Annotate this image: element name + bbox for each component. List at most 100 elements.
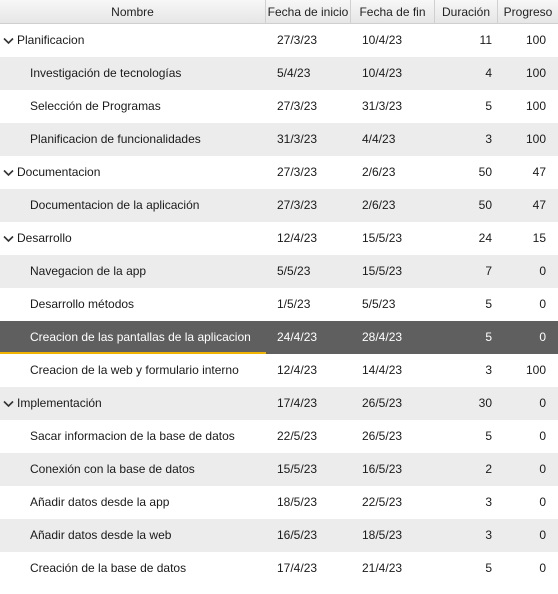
task-start-date[interactable]: 17/4/23 [266,552,351,585]
task-duration[interactable]: 5 [435,321,498,354]
task-row[interactable]: Añadir datos desde la web 16/5/23 18/5/23 3… [0,519,558,552]
task-progress[interactable]: 100 [498,24,558,57]
chevron-down-icon[interactable] [0,387,17,420]
task-name-cell[interactable]: Documentacion [0,156,266,189]
task-start-date[interactable]: 22/5/23 [266,420,351,453]
task-name-cell[interactable]: Sacar informacion de la base de datos [0,420,266,453]
task-row[interactable]: Planificacion de funcionalidades 31/3/23 4… [0,123,558,156]
task-row[interactable]: Investigación de tecnologías 5/4/23 10/4/2… [0,57,558,90]
chevron-down-icon[interactable] [0,24,17,57]
task-row[interactable]: Conexión con la base de datos 15/5/23 16/5… [0,453,558,486]
task-end-date[interactable]: 31/3/23 [351,90,435,123]
task-end-date[interactable]: 16/5/23 [351,453,435,486]
task-duration[interactable]: 3 [435,519,498,552]
task-progress[interactable]: 0 [498,288,558,321]
task-name-cell[interactable]: Creacion de la web y formulario interno [0,354,266,387]
task-group-row[interactable]: Planificacion 27/3/23 10/4/23 11 100 [0,24,558,57]
task-row[interactable]: Sacar informacion de la base de datos 22/… [0,420,558,453]
task-progress[interactable]: 0 [498,519,558,552]
task-duration[interactable]: 3 [435,123,498,156]
task-name-cell[interactable]: Añadir datos desde la app [0,486,266,519]
task-duration[interactable]: 2 [435,453,498,486]
task-start-date[interactable]: 27/3/23 [266,24,351,57]
task-name-cell[interactable]: Planificacion de funcionalidades [0,123,266,156]
task-name-cell[interactable]: Añadir datos desde la web [0,519,266,552]
task-start-date[interactable]: 12/4/23 [266,354,351,387]
task-duration[interactable]: 5 [435,288,498,321]
task-duration[interactable]: 5 [435,90,498,123]
task-name-cell[interactable]: Creacion de las pantallas de la aplicaci… [0,321,266,354]
task-name-cell[interactable]: Selección de Programas [0,90,266,123]
task-end-date[interactable]: 18/5/23 [351,519,435,552]
task-start-date[interactable]: 5/4/23 [266,57,351,90]
column-header-start-date[interactable]: Fecha de inicio [266,0,351,24]
chevron-down-icon[interactable] [0,156,17,189]
task-end-date[interactable]: 10/4/23 [351,24,435,57]
task-duration[interactable]: 7 [435,255,498,288]
task-group-row[interactable]: Documentacion 27/3/23 2/6/23 50 47 [0,156,558,189]
task-progress[interactable]: 100 [498,90,558,123]
task-row[interactable]: Selección de Programas 27/3/23 31/3/23 5 100 [0,90,558,123]
task-start-date[interactable]: 24/4/23 [266,321,351,354]
task-start-date[interactable]: 16/5/23 [266,519,351,552]
task-progress[interactable]: 0 [498,486,558,519]
task-duration[interactable]: 4 [435,57,498,90]
task-end-date[interactable]: 21/4/23 [351,552,435,585]
task-start-date[interactable]: 27/3/23 [266,156,351,189]
task-progress[interactable]: 100 [498,57,558,90]
chevron-down-icon[interactable] [0,222,17,255]
task-row[interactable]: Añadir datos desde la app 18/5/23 22/5/23 3… [0,486,558,519]
task-end-date[interactable]: 15/5/23 [351,222,435,255]
task-start-date[interactable]: 12/4/23 [266,222,351,255]
task-duration[interactable]: 3 [435,486,498,519]
task-progress[interactable]: 0 [498,387,558,420]
task-progress[interactable]: 0 [498,420,558,453]
column-header-progress[interactable]: Progreso [498,0,558,24]
task-end-date[interactable]: 14/4/23 [351,354,435,387]
task-start-date[interactable]: 5/5/23 [266,255,351,288]
task-end-date[interactable]: 26/5/23 [351,420,435,453]
task-row[interactable]: Navegacion de la app 5/5/23 15/5/23 7 0 [0,255,558,288]
task-end-date[interactable]: 26/5/23 [351,387,435,420]
task-duration[interactable]: 50 [435,189,498,222]
column-header-end-date[interactable]: Fecha de fin [351,0,435,24]
task-duration[interactable]: 24 [435,222,498,255]
task-end-date[interactable]: 15/5/23 [351,255,435,288]
task-group-row[interactable]: Desarrollo 12/4/23 15/5/23 24 15 [0,222,558,255]
task-start-date[interactable]: 17/4/23 [266,387,351,420]
task-progress[interactable]: 47 [498,156,558,189]
task-name-cell[interactable]: Implementación [0,387,266,420]
task-duration[interactable]: 50 [435,156,498,189]
task-start-date[interactable]: 31/3/23 [266,123,351,156]
task-end-date[interactable]: 22/5/23 [351,486,435,519]
task-progress[interactable]: 0 [498,453,558,486]
task-end-date[interactable]: 28/4/23 [351,321,435,354]
task-progress[interactable]: 0 [498,321,558,354]
task-progress[interactable]: 15 [498,222,558,255]
task-end-date[interactable]: 10/4/23 [351,57,435,90]
task-duration[interactable]: 5 [435,420,498,453]
task-row[interactable]: Creacion de las pantallas de la aplicaci… [0,321,558,354]
task-row[interactable]: Documentacion de la aplicación 27/3/23 2/6… [0,189,558,222]
task-row[interactable]: Creacion de la web y formulario interno 1… [0,354,558,387]
task-duration[interactable]: 30 [435,387,498,420]
task-end-date[interactable]: 5/5/23 [351,288,435,321]
task-end-date[interactable]: 2/6/23 [351,189,435,222]
task-end-date[interactable]: 2/6/23 [351,156,435,189]
task-name-cell[interactable]: Planificacion [0,24,266,57]
task-duration[interactable]: 3 [435,354,498,387]
column-header-duration[interactable]: Duración [435,0,498,24]
task-row[interactable]: Desarrollo métodos 1/5/23 5/5/23 5 0 [0,288,558,321]
task-start-date[interactable]: 18/5/23 [266,486,351,519]
task-end-date[interactable]: 4/4/23 [351,123,435,156]
task-start-date[interactable]: 27/3/23 [266,90,351,123]
task-progress[interactable]: 47 [498,189,558,222]
task-name-cell[interactable]: Desarrollo métodos [0,288,266,321]
task-name-cell[interactable]: Creación de la base de datos [0,552,266,585]
task-duration[interactable]: 5 [435,552,498,585]
task-progress[interactable]: 0 [498,255,558,288]
task-row[interactable]: Creación de la base de datos 17/4/23 21/4/… [0,552,558,585]
task-name-cell[interactable]: Desarrollo [0,222,266,255]
task-group-row[interactable]: Implementación 17/4/23 26/5/23 30 0 [0,387,558,420]
column-header-name[interactable]: Nombre [0,0,266,24]
